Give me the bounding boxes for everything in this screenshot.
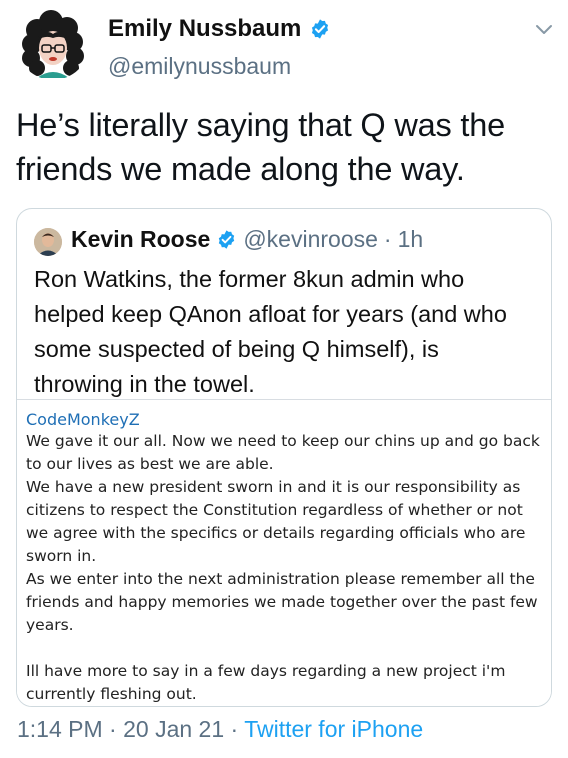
screenshot-paragraph: We have a new president sworn in and it … [26,478,526,565]
meta-separator: · [230,716,239,742]
screenshot-body: We gave it our all. Now we need to keep … [26,430,546,706]
screenshot-username: CodeMonkeyZ [26,410,140,429]
tweet-text: He’s literally saying that Q was the fri… [16,107,505,187]
verified-badge-icon [309,18,331,40]
quoted-separator: · [383,226,392,252]
meta-separator: · [109,716,117,742]
tweet-meta: 1:14 PM · 20 Jan 21 · Twitter for iPhone [17,716,423,743]
author-handle[interactable]: @emilynussbaum [108,53,291,80]
author-name[interactable]: Emily Nussbaum [108,15,301,43]
screenshot-paragraph: Ill have more to say in a few days regar… [26,662,506,703]
quoted-author-avatar[interactable] [34,228,62,256]
screenshot-paragraph-blank [26,637,546,660]
quoted-author-handle[interactable]: @kevinroose [243,226,378,253]
chevron-down-icon[interactable] [533,21,555,39]
verified-badge-icon [216,229,237,250]
tweet-date[interactable]: 20 Jan 21 [123,716,224,742]
tweet-source-link[interactable]: Twitter for iPhone [244,716,423,742]
tweet-time[interactable]: 1:14 PM [17,716,103,742]
quoted-timestamp[interactable]: 1h [398,226,424,253]
quoted-tweet-image[interactable]: CodeMonkeyZ We gave it our all. Now we n… [17,399,551,706]
author-name-row[interactable]: Emily Nussbaum [108,15,331,43]
screenshot-paragraph: As we enter into the next administration… [26,570,538,634]
quoted-tweet[interactable]: Kevin Roose @kevinroose · 1h Ron Watkins… [16,208,552,707]
author-avatar[interactable] [17,8,89,80]
tweet: Emily Nussbaum @emilynussbaum He’s liter… [0,0,568,758]
screenshot-paragraph: We gave it our all. Now we need to keep … [26,432,540,473]
quoted-author-name[interactable]: Kevin Roose [71,226,210,253]
quoted-tweet-text: Ron Watkins, the former 8kun admin who h… [34,266,507,397]
quoted-header: Kevin Roose @kevinroose · 1h [71,226,423,253]
